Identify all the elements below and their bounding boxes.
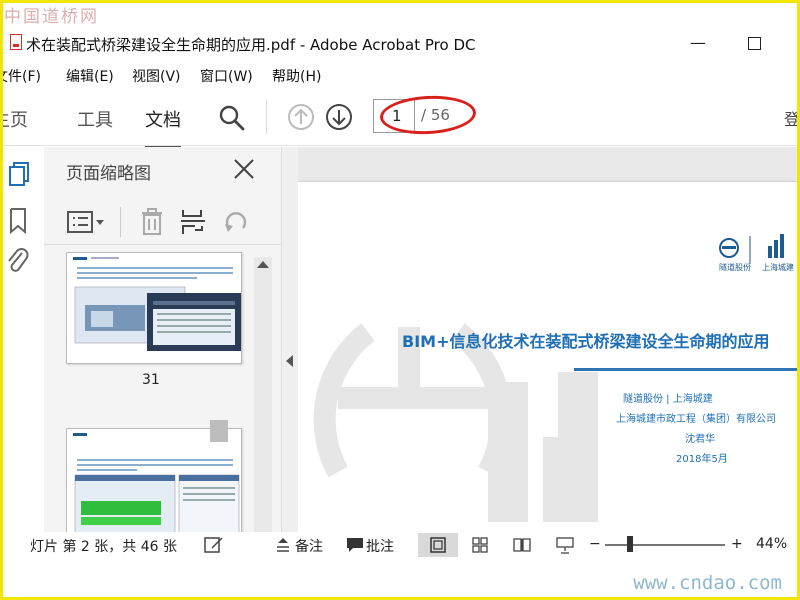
pdf-page: 隧道股份 上海城建 BIM+信息化技术在装配式桥梁建设全生命期的应用 隧道股份 … [298, 182, 800, 532]
slide-org-line: 隧道股份 | 上海城建 [623, 394, 713, 405]
slide-date: 2018年5月 [676, 454, 728, 465]
panel-title: 页面缩略图 [66, 164, 151, 184]
notes-icon [277, 538, 289, 552]
menu-edit[interactable]: 编辑(E) [66, 66, 114, 86]
notes-button[interactable]: 备注 [295, 536, 323, 556]
slide-count-text: 灯片 第 2 张，共 46 张 [30, 539, 177, 555]
tec-logo-icon [719, 238, 739, 258]
comment-icon [347, 538, 363, 552]
tab-tools[interactable]: 工具 [77, 106, 113, 132]
bookmark-icon[interactable] [8, 207, 28, 235]
login-button[interactable]: 登 [784, 106, 800, 130]
page-number-input[interactable]: 1 [373, 99, 415, 133]
window-title: 术在装配式桥梁建设全生命期的应用.pdf - Adobe Acrobat Pro… [26, 36, 476, 54]
menu-bar: 文件(F) 编辑(E) 视图(V) 窗口(W) 帮助(H) [0, 62, 800, 88]
thumbnail-scrollbar[interactable] [254, 257, 272, 532]
extract-page-icon[interactable] [180, 208, 206, 236]
document-view[interactable]: 隧道股份 上海城建 BIM+信息化技术在装配式桥梁建设全生命期的应用 隧道股份 … [298, 147, 800, 532]
zoom-slider[interactable] [605, 544, 725, 546]
maximize-button[interactable] [740, 32, 768, 54]
search-icon[interactable] [218, 104, 246, 132]
page-thumbnails-icon[interactable] [8, 159, 32, 187]
scrollbar-thumb[interactable] [210, 420, 228, 442]
pdf-file-icon [10, 34, 22, 50]
zoom-level[interactable]: 44% [756, 536, 787, 552]
watermark-bottom: www.cndao.com [633, 572, 782, 594]
thumbnail-options-icon[interactable] [66, 209, 106, 235]
slideshow-icon[interactable] [556, 536, 574, 554]
comments-button[interactable]: 批注 [366, 536, 394, 556]
sidebar-icon-rail [0, 147, 44, 532]
title-underline [574, 368, 800, 371]
panel-tool-separator [120, 207, 121, 237]
zoom-slider-knob[interactable] [627, 536, 633, 552]
menu-view[interactable]: 视图(V) [132, 66, 181, 86]
rotate-page-icon[interactable] [222, 208, 250, 236]
next-page-icon[interactable] [325, 103, 353, 131]
previous-page-icon[interactable] [287, 103, 315, 131]
page-graphics [313, 234, 784, 522]
thumbnail-toolbar [44, 199, 282, 245]
slide-author: 沈君华 [685, 434, 715, 445]
normal-view-button[interactable] [418, 533, 458, 557]
scroll-up-arrow-icon[interactable] [257, 261, 269, 268]
tec-watermark-logo [313, 323, 598, 522]
toolbar-separator [266, 100, 267, 134]
thumbnail-preview [73, 433, 240, 532]
logo-left-text: 隧道股份 [719, 263, 751, 272]
thumbnail-page-31[interactable] [66, 252, 242, 364]
panel-collapse-handle[interactable] [282, 147, 298, 532]
main-toolbar: 主页 工具 文档 1 / 56 登 [0, 92, 800, 149]
notes-edit-icon[interactable] [204, 536, 224, 554]
menu-help[interactable]: 帮助(H) [272, 66, 321, 86]
zoom-out-button[interactable]: − [589, 536, 601, 552]
slide-title: BIM+信息化技术在装配式桥梁建设全生命期的应用 [402, 332, 770, 351]
page-total: / 56 [421, 106, 450, 124]
tab-document[interactable]: 文档 [145, 106, 181, 149]
page-thumbnails-panel: 页面缩略图 31 [44, 147, 282, 532]
minimize-button[interactable]: — [684, 32, 712, 54]
thumbnail-page-32[interactable] [66, 428, 242, 532]
slide-sorter-icon[interactable] [472, 537, 488, 553]
title-bar: 术在装配式桥梁建设全生命期的应用.pdf - Adobe Acrobat Pro… [0, 26, 800, 60]
slide-company: 上海城建市政工程（集团）有限公司 [616, 414, 776, 425]
thumbnail-page-label: 31 [142, 372, 160, 388]
menu-file[interactable]: 文件(F) [0, 66, 41, 86]
scgc-logo-icon [768, 234, 784, 258]
thumbnail-preview [73, 257, 241, 351]
attachment-icon[interactable] [6, 247, 30, 277]
normal-view-icon [430, 537, 446, 553]
logo-right-text: 上海城建 [762, 263, 794, 272]
thumbnail-list[interactable]: 31 [44, 252, 264, 532]
watermark-top: 中国道桥网 [4, 7, 99, 27]
delete-page-icon[interactable] [140, 208, 164, 236]
menu-window[interactable]: 窗口(W) [200, 66, 253, 86]
reading-view-icon[interactable] [513, 537, 531, 553]
close-icon[interactable] [232, 157, 256, 181]
tab-home[interactable]: 主页 [0, 106, 28, 132]
status-bar: 灯片 第 2 张，共 46 张 备注 批注 − + 44% [0, 532, 800, 558]
zoom-in-button[interactable]: + [731, 536, 743, 552]
